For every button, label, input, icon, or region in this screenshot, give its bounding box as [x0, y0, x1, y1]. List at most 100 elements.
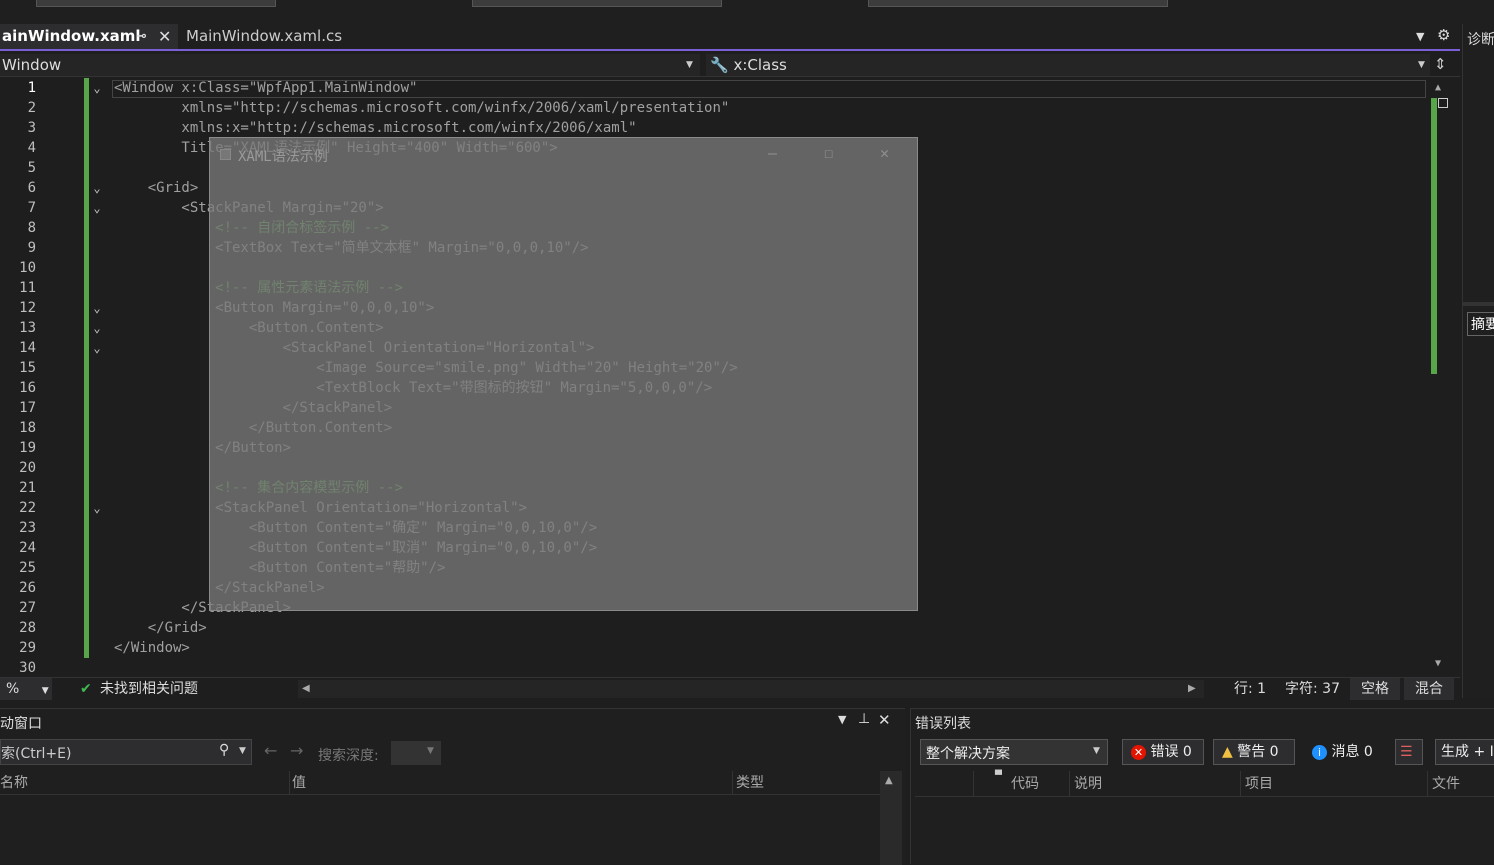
column-name[interactable]: 名称	[0, 771, 28, 795]
tab-label: MainWindow.xaml.cs	[186, 27, 343, 45]
error-list-window: 错误列表 整个解决方案 ▼ ✕ 错误 0 ▲ 警告 0 i 消息 0 ☰ 生成 …	[910, 708, 1494, 864]
tab-list-dropdown-icon[interactable]: ▼	[1416, 30, 1424, 43]
build-label: 生成 + I	[1441, 744, 1494, 760]
chevron-down-icon: ▼	[1093, 746, 1100, 756]
code-line[interactable]: xmlns:x="http://schemas.microsoft.com/wi…	[114, 118, 636, 138]
column-description[interactable]: 说明	[1069, 771, 1102, 797]
fold-chevron-icon[interactable]: ⌄	[90, 318, 104, 338]
document-tab-bar: ainWindow.xaml ⊸ ✕ MainWindow.xaml.cs ▼ …	[0, 24, 1460, 51]
scroll-up-icon[interactable]: ▲	[885, 775, 893, 786]
chevron-down-icon[interactable]: ▼	[838, 713, 846, 726]
errors-header-row: ▀ 代码 说明 项目 文件	[915, 771, 1494, 797]
line-number: 27	[19, 600, 36, 616]
summary-tab[interactable]: 摘要	[1467, 312, 1494, 336]
vertical-scrollbar[interactable]: ▲ ▼	[1430, 78, 1452, 676]
code-editor[interactable]: 1 ⌄ <Window x:Class="WpfApp1.MainWindow" 2 …	[0, 78, 1454, 676]
pin-icon[interactable]: ⊥	[858, 711, 870, 727]
editor-status-bar: % ▼ ✔ 未找到相关问题 ◀ ▶ 行: 1 字符: 37 空格 混合	[0, 677, 1460, 700]
code-line[interactable]: <Grid>	[114, 178, 199, 198]
column-code[interactable]: 代码	[1011, 771, 1039, 797]
char-indicator[interactable]: 字符: 37	[1285, 678, 1340, 700]
line-number: 3	[27, 120, 36, 136]
tab-mainwindow-xaml[interactable]: ainWindow.xaml ⊸ ✕	[0, 24, 178, 49]
toolbar-combo-3[interactable]	[868, 0, 1168, 7]
navigation-bar: Window ▼ 🔧 x:Class ▼ ⇕	[0, 53, 1460, 77]
errors-filter-button[interactable]: ✕ 错误 0	[1122, 739, 1204, 765]
close-icon[interactable]: ✕	[880, 144, 889, 162]
gear-icon[interactable]: ⚙	[1437, 26, 1450, 44]
scroll-down-icon[interactable]: ▼	[1435, 658, 1441, 669]
fold-chevron-icon[interactable]: ⌄	[90, 498, 104, 518]
change-indicator-bar	[84, 78, 89, 658]
line-number: 8	[27, 220, 36, 236]
search-depth-label: 搜索深度:	[318, 748, 379, 764]
member-combo-value: x:Class	[733, 56, 787, 74]
element-combo[interactable]: Window ▼	[0, 54, 700, 76]
build-intellisense-combo[interactable]: 生成 + I	[1435, 739, 1494, 765]
search-depth-combo[interactable]: ▼	[391, 741, 441, 765]
horizontal-scrollbar[interactable]: ◀ ▶	[298, 680, 1204, 698]
line-ending-indicator[interactable]: 混合	[1404, 678, 1454, 700]
zoom-value: %	[6, 681, 20, 697]
whitespace-indicator[interactable]: 空格	[1350, 678, 1400, 700]
line-number: 11	[19, 280, 36, 296]
scroll-up-icon[interactable]: ▲	[1435, 82, 1441, 93]
warnings-filter-button[interactable]: ▲ 警告 0	[1213, 739, 1295, 765]
line-number: 24	[19, 540, 36, 556]
toolbar-combo-1[interactable]	[36, 0, 276, 7]
issues-status[interactable]: 未找到相关问题	[100, 678, 198, 700]
element-combo-value: Window	[2, 56, 62, 74]
tab-mainwindow-xaml-cs[interactable]: MainWindow.xaml.cs	[181, 24, 395, 49]
scope-combo[interactable]: 整个解决方案 ▼	[920, 739, 1108, 765]
maximize-icon[interactable]: ☐	[824, 144, 833, 162]
scroll-left-icon[interactable]: ◀	[302, 680, 310, 698]
search-icon: ⚲	[219, 742, 230, 758]
split-icon[interactable]: ⇕	[1434, 55, 1447, 73]
fold-chevron-icon[interactable]: ⌄	[90, 338, 104, 358]
fold-chevron-icon[interactable]: ⌄	[90, 178, 104, 198]
line-number: 26	[19, 580, 36, 596]
warnings-count: 警告 0	[1237, 744, 1279, 760]
scroll-right-icon[interactable]: ▶	[1188, 680, 1196, 698]
code-line[interactable]: </Window>	[114, 638, 190, 658]
running-app-window[interactable]: XAML语法示例 — ☐ ✕	[209, 137, 918, 611]
column-value[interactable]: 值	[289, 771, 306, 795]
fold-chevron-icon[interactable]: ⌄	[90, 298, 104, 318]
autos-scrollbar[interactable]: ▲	[880, 771, 902, 865]
forward-arrow-icon[interactable]: →	[290, 741, 303, 760]
search-input[interactable]: 索(Ctrl+E) ⚲ ▼	[0, 739, 252, 765]
line-number: 19	[19, 440, 36, 456]
line-number: 12	[19, 300, 36, 316]
line-number: 2	[27, 100, 36, 116]
line-indicator[interactable]: 行: 1	[1234, 678, 1266, 700]
code-line[interactable]: <Window x:Class="WpfApp1.MainWindow"	[114, 78, 417, 98]
column-file[interactable]: 文件	[1427, 771, 1460, 797]
line-number: 28	[19, 620, 36, 636]
close-icon[interactable]: ✕	[878, 711, 891, 729]
diagnostics-tab[interactable]: 诊断	[1467, 29, 1494, 49]
scope-value: 整个解决方案	[926, 746, 1010, 762]
toolbar-combo-2[interactable]	[472, 0, 722, 7]
column-type[interactable]: 类型	[732, 771, 764, 795]
line-number: 10	[19, 260, 36, 276]
fold-chevron-icon[interactable]: ⌄	[90, 198, 104, 218]
code-line[interactable]: xmlns="http://schemas.microsoft.com/winf…	[114, 98, 729, 118]
column-project[interactable]: 项目	[1240, 771, 1273, 797]
chevron-down-icon: ▼	[41, 686, 49, 696]
line-number: 7	[27, 200, 36, 216]
wrench-icon: 🔧	[710, 56, 729, 74]
messages-filter-button[interactable]: i 消息 0	[1303, 739, 1383, 765]
warning-icon: ▲	[1222, 744, 1233, 760]
back-arrow-icon[interactable]: ←	[264, 741, 277, 760]
line-number: 5	[27, 160, 36, 176]
line-number: 14	[19, 340, 36, 356]
right-side-panel: 诊断 摘要	[1462, 24, 1494, 698]
close-icon[interactable]: ✕	[158, 24, 171, 49]
filter-button[interactable]: ☰	[1395, 739, 1423, 765]
code-line[interactable]: </Grid>	[114, 618, 207, 638]
member-combo[interactable]: 🔧 x:Class ▼	[706, 54, 1430, 76]
minimize-icon[interactable]: —	[768, 144, 777, 162]
pin-icon[interactable]: ⊸	[136, 24, 147, 49]
fold-chevron-icon[interactable]: ⌄	[90, 78, 104, 98]
zoom-combo[interactable]: % ▼	[0, 678, 52, 700]
